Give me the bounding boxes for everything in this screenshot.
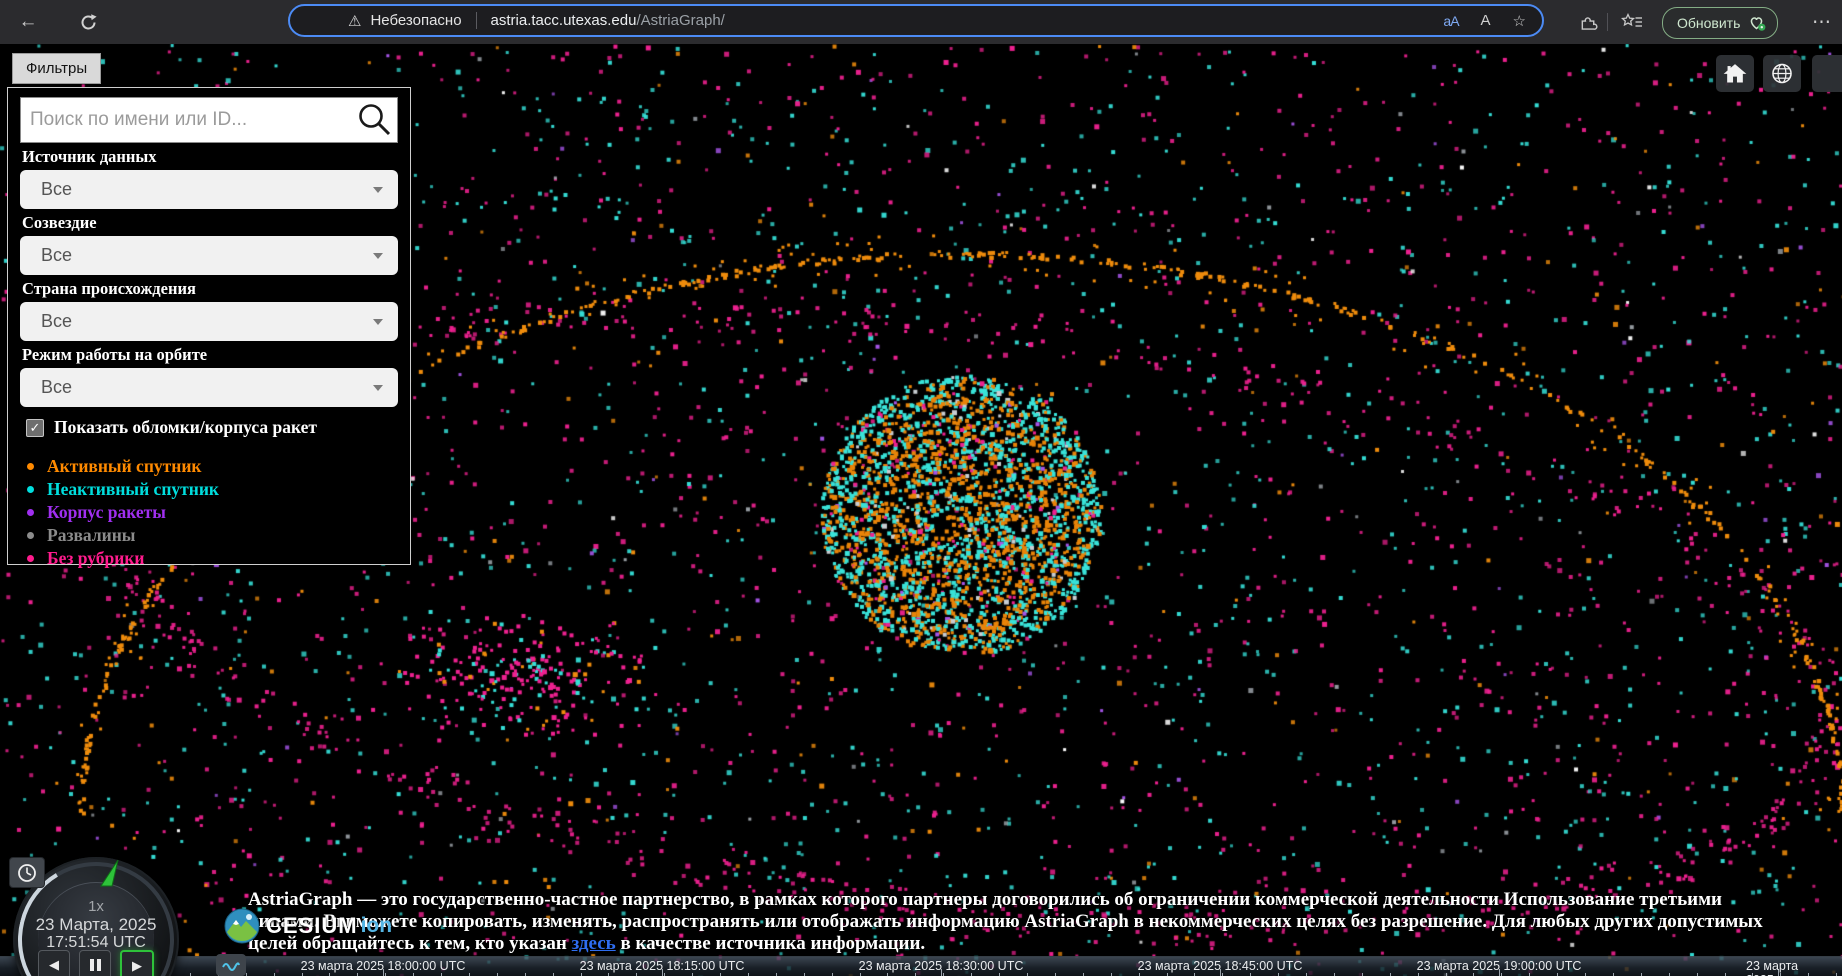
info-paragraph: AstriaGraph — это государственно-частное… <box>248 889 1763 955</box>
chevron-down-icon <box>373 319 383 325</box>
show-debris-checkbox[interactable]: ✓ <box>26 419 44 437</box>
info-line-3: целей обращайтесь к тем, кто указан здес… <box>248 933 1763 955</box>
astriagraph-app: ← ⚠ Небезопасно astria.tacc.utexas.edu /… <box>0 0 1842 976</box>
page-content: Фильтры Источник данных Все Созвездие Вс… <box>0 44 1842 976</box>
browser-menu-icon[interactable]: ⋯ <box>1810 10 1834 34</box>
not-secure-warning-icon: ⚠ <box>348 12 361 30</box>
source-link[interactable]: здесь <box>572 933 616 954</box>
url-divider <box>476 12 477 29</box>
legend-item-uncategorized: Без рубрики <box>20 547 398 570</box>
timeline-major-tick <box>941 969 942 976</box>
timeline-major-tick <box>1220 969 1221 976</box>
legend-dot <box>27 486 34 493</box>
favorites-bar-icon[interactable] <box>1620 10 1644 34</box>
orbit-regime-select[interactable]: Все <box>20 368 398 407</box>
legend-label: Без рубрики <box>47 548 145 569</box>
cesium-brand-text: CESIUM <box>266 913 358 939</box>
timeline-major-tick <box>1499 969 1500 976</box>
field-label-country: Страна происхождения <box>22 279 398 299</box>
home-view-button[interactable] <box>1716 55 1754 92</box>
legend-label: Неактивный спутник <box>47 479 219 500</box>
timeline-major-tick <box>383 969 384 976</box>
translate-icon[interactable]: аА <box>1443 13 1458 29</box>
help-button[interactable] <box>1812 55 1842 92</box>
star-list-glyph <box>1621 13 1643 31</box>
update-button[interactable]: Обновить <box>1662 7 1778 39</box>
legend-item-debris: Развалины <box>20 524 398 547</box>
refresh-glyph <box>79 13 98 32</box>
data-source-select[interactable]: Все <box>20 170 398 209</box>
url-host: astria.tacc.utexas.edu <box>491 12 637 29</box>
field-label-constellation: Созвездие <box>22 213 398 233</box>
legend-label: Корпус ракеты <box>47 502 166 523</box>
shuttle-ring-pointer[interactable] <box>99 859 123 887</box>
cesium-ion-logo[interactable]: CESIUM ion <box>224 908 392 944</box>
timeline-scrubber[interactable]: 23 марта 2025 18:00:00 UTC23 марта 2025 … <box>0 956 1842 976</box>
pause-button[interactable] <box>79 950 111 976</box>
clock-date: 23 Марта, 2025 <box>13 915 179 935</box>
chevron-down-icon <box>373 253 383 259</box>
play-reverse-button[interactable]: ◀ <box>38 950 70 976</box>
search-input[interactable] <box>20 97 398 143</box>
legend-item-rocket-body: Корпус ракеты <box>20 501 398 524</box>
cesium-logo-icon <box>224 908 260 944</box>
legend-dot <box>27 463 34 470</box>
legend-label: Развалины <box>47 525 135 546</box>
globe-icon <box>1767 59 1797 88</box>
extensions-icon[interactable] <box>1576 10 1600 34</box>
toolbar-divider <box>1607 13 1608 31</box>
update-button-label: Обновить <box>1677 15 1740 31</box>
legend-label: Активный спутник <box>47 456 202 477</box>
show-debris-label: Показать обломки/корпуса ракет <box>54 417 317 438</box>
info-line-2: лицами. Вы можете копировать, изменять, … <box>248 911 1763 933</box>
search-icon[interactable] <box>355 101 393 139</box>
country-select[interactable]: Все <box>20 302 398 341</box>
puzzle-glyph <box>1579 13 1598 32</box>
play-button[interactable]: ▶ <box>120 950 154 976</box>
data-source-value: Все <box>41 179 72 200</box>
legend-item-inactive-satellite: Неактивный спутник <box>20 478 398 501</box>
filters-panel: Источник данных Все Созвездие Все Страна… <box>7 87 411 565</box>
chevron-down-icon <box>373 385 383 391</box>
realtime-clock-button[interactable] <box>9 857 45 888</box>
home-icon <box>1720 59 1750 88</box>
legend: Активный спутник Неактивный спутник Корп… <box>20 455 398 570</box>
constellation-select[interactable]: Все <box>20 236 398 275</box>
orbit-regime-value: Все <box>41 377 72 398</box>
read-aloud-icon[interactable]: A <box>1481 12 1491 29</box>
field-label-orbit-regime: Режим работы на орбите <box>22 345 398 365</box>
timeline-major-tick <box>662 969 663 976</box>
cesium-ion-text: ion <box>361 914 393 938</box>
timeline-major-tick <box>1778 969 1779 976</box>
filters-tab[interactable]: Фильтры <box>12 53 101 84</box>
pause-icon <box>90 959 101 971</box>
browser-essentials-heart-icon <box>1748 15 1767 32</box>
cesium-credit-button[interactable] <box>216 954 246 976</box>
chevron-down-icon <box>373 187 383 193</box>
back-icon[interactable]: ← <box>16 10 40 34</box>
scene-mode-button[interactable] <box>1763 55 1801 92</box>
url-path: /AstriaGraph/ <box>636 12 724 29</box>
legend-item-active-satellite: Активный спутник <box>20 455 398 478</box>
country-value: Все <box>41 311 72 332</box>
legend-dot <box>27 555 34 562</box>
url-bar[interactable]: ⚠ Небезопасно astria.tacc.utexas.edu /As… <box>288 4 1544 37</box>
clock-multiplier: 1x <box>13 898 179 915</box>
constellation-value: Все <box>41 245 72 266</box>
favorite-star-icon[interactable]: ☆ <box>1513 12 1526 30</box>
wave-icon <box>221 959 241 971</box>
refresh-icon[interactable] <box>76 10 100 34</box>
info-line-1: AstriaGraph — это государственно-частное… <box>248 889 1763 911</box>
browser-toolbar: ← ⚠ Небезопасно astria.tacc.utexas.edu /… <box>0 0 1842 44</box>
legend-dot <box>27 509 34 516</box>
legend-dot <box>27 532 34 539</box>
security-label[interactable]: Небезопасно <box>370 12 461 29</box>
field-label-data-source: Источник данных <box>22 147 398 167</box>
clock-icon <box>17 863 37 883</box>
